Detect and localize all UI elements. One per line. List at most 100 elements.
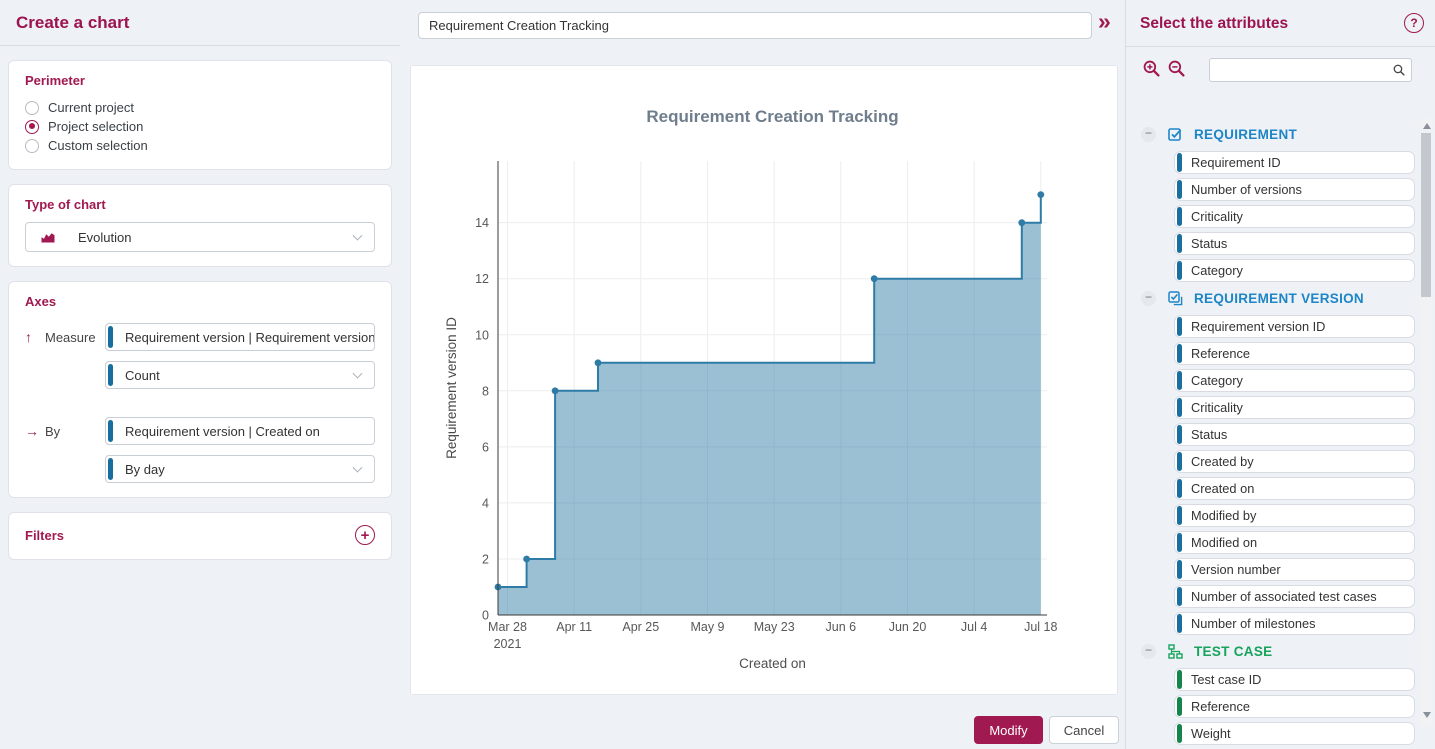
add-filter-icon[interactable]: +: [355, 525, 375, 545]
collapse-icon[interactable]: −: [1141, 127, 1156, 142]
attribute-group-header[interactable]: −TEST CASE: [1126, 640, 1419, 662]
radio-option-custom-selection[interactable]: Custom selection: [25, 136, 375, 155]
attribute-item-label: Reference: [1191, 699, 1250, 714]
attribute-item[interactable]: Number of versions: [1174, 178, 1415, 201]
attribute-tree: − REQUIREMENT Requirement ID Number of vers…: [1126, 118, 1419, 749]
svg-text:Requirement version ID: Requirement version ID: [444, 317, 459, 459]
chart-type-select[interactable]: Evolution: [25, 222, 375, 252]
zoom-in-icon[interactable]: [1142, 59, 1161, 83]
attribute-item[interactable]: Modified by: [1174, 504, 1415, 527]
measure-attribute-value: Requirement version | Requirement versio…: [125, 330, 375, 345]
attribute-item[interactable]: Requirement ID: [1174, 151, 1415, 174]
svg-text:4: 4: [482, 496, 489, 510]
attribute-item[interactable]: Number of milestones: [1174, 612, 1415, 635]
evolution-chart: 02468101214Mar 282021Apr 11Apr 25May 9Ma…: [411, 66, 1119, 696]
accent-bar: [1177, 560, 1182, 579]
checkbox-version-icon: [1167, 290, 1184, 307]
attribute-group-header[interactable]: − REQUIREMENT VERSION: [1126, 287, 1419, 309]
svg-text:Apr 11: Apr 11: [556, 620, 592, 634]
page-title: Create a chart: [0, 0, 400, 45]
collapse-icon[interactable]: −: [1141, 291, 1156, 306]
by-attribute-field[interactable]: Requirement version | Created on: [105, 417, 375, 445]
hierarchy-icon: [1167, 643, 1184, 660]
accent-bar: [1177, 479, 1182, 498]
attribute-item[interactable]: Category: [1174, 259, 1415, 282]
help-icon[interactable]: ?: [1404, 13, 1424, 33]
attribute-item-label: Test case ID: [1191, 672, 1261, 687]
attribute-item[interactable]: Criticality: [1174, 396, 1415, 419]
accent-bar: [1177, 724, 1182, 743]
scrollbar-thumb[interactable]: [1421, 133, 1431, 297]
radio-label: Project selection: [48, 119, 143, 134]
attribute-item[interactable]: Status: [1174, 232, 1415, 255]
attribute-item[interactable]: Status: [1174, 423, 1415, 446]
attribute-item[interactable]: Number of associated test cases: [1174, 585, 1415, 608]
attribute-item-label: Number of milestones: [1191, 616, 1315, 631]
accent-bar: [1177, 261, 1182, 280]
accent-bar: [1177, 506, 1182, 525]
collapse-icon[interactable]: −: [1141, 644, 1156, 659]
accent-bar: [1177, 587, 1182, 606]
radio-label: Current project: [48, 100, 134, 115]
by-operation-select[interactable]: By day: [105, 455, 375, 483]
by-operation-value: By day: [125, 462, 165, 477]
svg-text:Created on: Created on: [739, 656, 806, 671]
attribute-item-label: Requirement ID: [1191, 155, 1281, 170]
chevron-down-icon: [353, 369, 363, 379]
attribute-group-header[interactable]: − REQUIREMENT: [1126, 123, 1419, 145]
svg-text:2021: 2021: [494, 637, 522, 651]
attribute-item-label: Criticality: [1191, 400, 1243, 415]
attribute-item-label: Number of associated test cases: [1191, 589, 1377, 604]
svg-text:Jun 20: Jun 20: [889, 620, 927, 634]
attribute-item[interactable]: Reference: [1174, 342, 1415, 365]
attributes-panel-title: Select the attributes: [1126, 0, 1435, 46]
attribute-item[interactable]: Weight: [1174, 722, 1415, 745]
collapse-attributes-icon[interactable]: »: [1098, 8, 1110, 35]
attribute-group-label: REQUIREMENT VERSION: [1194, 291, 1364, 306]
attribute-item-label: Category: [1191, 373, 1243, 388]
attribute-item[interactable]: Criticality: [1174, 205, 1415, 228]
attribute-search-input[interactable]: [1209, 58, 1412, 82]
cancel-button[interactable]: Cancel: [1049, 716, 1119, 744]
attribute-item[interactable]: Test case ID: [1174, 668, 1415, 691]
zoom-out-icon[interactable]: [1167, 59, 1186, 83]
svg-text:Mar 28: Mar 28: [488, 620, 527, 634]
footer-actions: Modify Cancel: [400, 716, 1119, 744]
attribute-item[interactable]: Reference: [1174, 695, 1415, 718]
attribute-item[interactable]: Version number: [1174, 558, 1415, 581]
accent-bar: [1177, 697, 1182, 716]
accent-bar: [1177, 180, 1182, 199]
radio-icon[interactable]: [25, 139, 39, 153]
attribute-item[interactable]: Category: [1174, 369, 1415, 392]
measure-operation-select[interactable]: Count: [105, 361, 375, 389]
svg-text:May 9: May 9: [690, 620, 724, 634]
checkbox-icon: [1167, 126, 1184, 143]
radio-option-project-selection[interactable]: Project selection: [25, 117, 375, 136]
attribute-item[interactable]: Created by: [1174, 450, 1415, 473]
radio-label: Custom selection: [48, 138, 148, 153]
attribute-item-label: Created by: [1191, 454, 1254, 469]
axes-card: Axes ↑ Measure Requirement version | Req…: [8, 281, 392, 498]
scrollbar-up-arrow[interactable]: [1423, 123, 1431, 129]
svg-text:14: 14: [475, 216, 489, 230]
attribute-item[interactable]: Modified on: [1174, 531, 1415, 554]
attributes-panel: Select the attributes ? − REQUIREMENT Requ…: [1125, 0, 1435, 749]
accent-bar: [1177, 234, 1182, 253]
measure-attribute-field[interactable]: Requirement version | Requirement versio…: [105, 323, 375, 351]
modify-button[interactable]: Modify: [974, 716, 1043, 744]
radio-icon[interactable]: [25, 101, 39, 115]
svg-text:Jul 4: Jul 4: [961, 620, 987, 634]
svg-text:Requirement Creation Tracking: Requirement Creation Tracking: [646, 107, 898, 126]
attribute-item-label: Status: [1191, 427, 1227, 442]
radio-icon[interactable]: [25, 120, 39, 134]
radio-option-current-project[interactable]: Current project: [25, 98, 375, 117]
attribute-item-label: Criticality: [1191, 209, 1243, 224]
chart-card: 02468101214Mar 282021Apr 11Apr 25May 9Ma…: [410, 65, 1118, 695]
attribute-item[interactable]: Created on: [1174, 477, 1415, 500]
attribute-item[interactable]: Requirement version ID: [1174, 315, 1415, 338]
attributes-toolbar: [1126, 47, 1435, 93]
scrollbar-down-arrow[interactable]: [1423, 712, 1431, 718]
chart-name-input[interactable]: [418, 12, 1092, 39]
attribute-group-label: REQUIREMENT: [1194, 127, 1297, 142]
filters-card: Filters +: [8, 512, 392, 560]
